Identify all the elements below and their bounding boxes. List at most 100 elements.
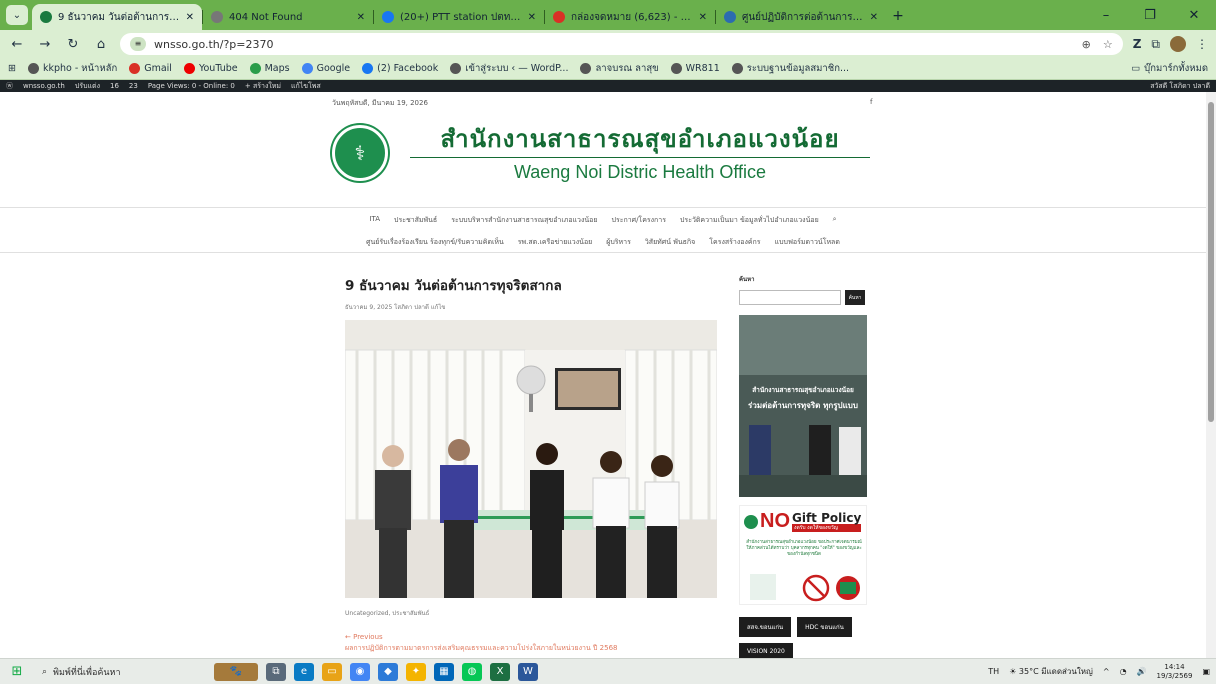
tab-close-icon[interactable]: ✕ [186,12,194,23]
bookmark-item[interactable]: (2) Facebook [362,61,438,76]
browser-tab[interactable]: (20+) PTT station ปตท. แวงน้อย | ✕ [374,4,544,30]
line-app-icon[interactable]: ◍ [462,662,482,681]
nav-menu-item[interactable]: โครงสร้างองค์กร [709,237,760,248]
bookmark-item[interactable]: Maps [249,61,290,76]
bookmark-item[interactable]: เข้าสู่ระบบ ‹ — WordP... [450,61,568,76]
extension-z-icon[interactable]: Z [1133,37,1142,51]
nav-menu-item[interactable]: ประกาศ/โครงการ [612,215,666,226]
nav-menu-item[interactable]: ประวัติความเป็นมา ข้อมูลทั่วไปอำเภอแวงน้… [680,215,819,226]
tab-search-icon[interactable]: ⌄ [6,5,28,25]
bookmark-item[interactable]: ลาจบรณ ลาสุข [580,61,659,76]
ministry-logo[interactable]: ⚕ [332,125,388,181]
bookmark-item[interactable]: ระบบฐานข้อมูลสมาชิก... [731,61,849,76]
wp-comments[interactable]: 23 [129,82,138,90]
previous-post-link[interactable]: ← Previous ผลการปฏิบัติการตามมาตรการส่งเ… [345,632,717,654]
bookmark-favicon-icon [129,63,141,74]
site-info-icon[interactable]: ≡ [130,37,146,51]
bookmark-item[interactable]: YouTube [183,61,238,76]
nav-menu-item[interactable]: วิสัยทัศน์ พันธกิจ [645,237,695,248]
nav-search-icon[interactable]: ⌕ [833,215,837,226]
url-text[interactable]: wnsso.go.th/?p=2370 [154,38,274,51]
windows-start-icon[interactable]: ⊞ [6,662,28,682]
wp-edit-post[interactable]: แก้ไขโพส [291,81,321,92]
store-icon[interactable]: ◆ [378,662,398,681]
site-title-en[interactable]: Waeng Noi Distric Health Office [514,160,766,184]
input-language[interactable]: TH [988,667,999,676]
extensions-icon[interactable]: ⧉ [1151,37,1160,52]
tab-close-icon[interactable]: ✕ [699,12,707,23]
weather-widget[interactable]: ☀ 35°C มีแดดส่วนใหญ่ [1009,665,1093,678]
tab-close-icon[interactable]: ✕ [357,12,365,23]
header-social-icon[interactable]: f [870,98,872,106]
no-gift-policy-banner[interactable]: NO Gift Policy งดรับ งดให้ของขวัญ สำนักง… [739,505,867,605]
nav-menu-item[interactable]: รพ.สต.เครือข่ายแวงน้อย [518,237,592,248]
sidebar-search-button[interactable]: ค้นหา [845,290,865,305]
browser-tab[interactable]: ศูนย์ปฏิบัติการต่อต้านการทุจริต (ศ ✕ [716,4,886,30]
anti-corruption-banner[interactable]: สำนักงานสาธารณสุขอำเภอแวงน้อย ร่วมต่อต้า… [739,315,867,497]
home-icon[interactable]: ⌂ [92,37,110,52]
post-title[interactable]: 9 ธันวาคม วันต่อต้านการทุจริตสากล [345,274,717,296]
bookmark-item[interactable]: Gmail [129,61,172,76]
word-icon[interactable]: W [518,662,538,681]
wp-site-link[interactable]: wnsso.go.th [23,82,65,90]
sidebar-link-button[interactable]: VISION 2020 [739,643,793,658]
menu-icon[interactable]: ⋮ [1196,37,1208,51]
reload-icon[interactable]: ↻ [64,37,82,52]
post-featured-image[interactable] [345,320,717,598]
volume-icon[interactable]: 🔊 [1137,667,1147,676]
browser-tab[interactable]: กล่องจดหมาย (6,623) - sothidac ✕ [545,4,715,30]
bookmark-star-icon[interactable]: ☆ [1103,38,1113,51]
browser-tab[interactable]: 9 ธันวาคม วันต่อต้านการทุจริตสากล ✕ [32,4,202,30]
sidebar-link-button[interactable]: สสจ.ขอนแก่น [739,617,792,637]
task-view-icon[interactable]: ⧉ [266,662,286,681]
excel-icon[interactable]: X [490,662,510,681]
back-icon[interactable]: ← [8,37,26,52]
edge-icon[interactable]: e [294,662,314,681]
sidebar-search-input[interactable] [739,290,841,305]
wp-new-content[interactable]: + สร้างใหม่ [245,81,281,92]
bookmark-item[interactable]: kkpho - หน้าหลัก [27,61,117,76]
file-explorer-icon[interactable]: ▭ [322,662,342,681]
taskbar-widget-icon[interactable]: 🐾 [214,662,258,681]
wp-logo-icon[interactable]: ⓦ [6,81,13,91]
tray-overflow-icon[interactable]: ^ [1103,667,1110,676]
site-title-th[interactable]: สำนักงานสาธารณสุขอำเภอแวงน้อย [441,123,840,155]
bookmark-item[interactable]: Google [301,61,350,76]
tab-close-icon[interactable]: ✕ [528,12,536,23]
scrollbar-thumb[interactable] [1208,102,1214,422]
all-bookmarks[interactable]: ▭ บุ๊กมาร์กทั้งหมด [1131,61,1208,76]
nav-menu-item[interactable]: แบบฟอร์มดาวน์โหลด [775,237,840,248]
zoom-icon[interactable]: ⊕ [1082,38,1091,51]
calendar-icon[interactable]: ▦ [434,662,454,681]
wp-customize[interactable]: ปรับแต่ง [75,81,100,92]
wp-user-greeting[interactable]: สวัสดี โสภิดา ปลาดี [1150,81,1210,92]
new-tab-button[interactable]: + [886,4,910,28]
close-icon[interactable]: ✕ [1172,0,1216,30]
chrome-icon[interactable]: ◉ [350,662,370,681]
apps-grid-icon[interactable]: ⊞ [8,63,16,74]
nav-menu-item[interactable]: ระบบบริหารสำนักงานสาธารณสุขอำเภอแวงน้อย [451,215,597,226]
tab-close-icon[interactable]: ✕ [870,12,878,23]
sidebar-link-button[interactable]: HDC ขอนแก่น [797,617,852,637]
clock[interactable]: 14:14 19/3/2569 [1157,663,1193,681]
nav-menu-item[interactable]: ศูนย์รับเรื่องร้องเรียน ร้องทุกข์/รับควา… [366,237,504,248]
post-categories[interactable]: Uncategorized, ประชาสัมพันธ์ [345,608,717,618]
profile-avatar[interactable] [1170,36,1186,52]
bookmark-item[interactable]: WR811 [670,61,720,76]
photos-icon[interactable]: ✦ [406,662,426,681]
browser-tab[interactable]: 404 Not Found ✕ [203,4,373,30]
network-icon[interactable]: ◔ [1120,667,1127,676]
minimize-icon[interactable]: – [1084,0,1128,30]
forward-icon[interactable]: → [36,37,54,52]
page-scrollbar[interactable] [1206,92,1216,658]
taskbar-search[interactable]: ⌕ พิมพ์ที่นี่เพื่อค้นหา [36,662,206,682]
bookmark-label: ลาจบรณ ลาสุข [595,63,659,74]
address-bar[interactable]: ≡ wnsso.go.th/?p=2370 ⊕ ☆ [120,33,1123,55]
nav-menu-item[interactable]: ผู้บริหาร [606,237,631,248]
nav-menu-item[interactable]: ITA [369,215,380,226]
notification-icon[interactable]: ▣ [1202,667,1210,676]
wp-page-views[interactable]: Page Views: 0 - Online: 0 [148,82,235,90]
maximize-icon[interactable]: ❐ [1128,0,1172,30]
nav-menu-item[interactable]: ประชาสัมพันธ์ [394,215,437,226]
wp-updates[interactable]: 16 [110,82,119,90]
